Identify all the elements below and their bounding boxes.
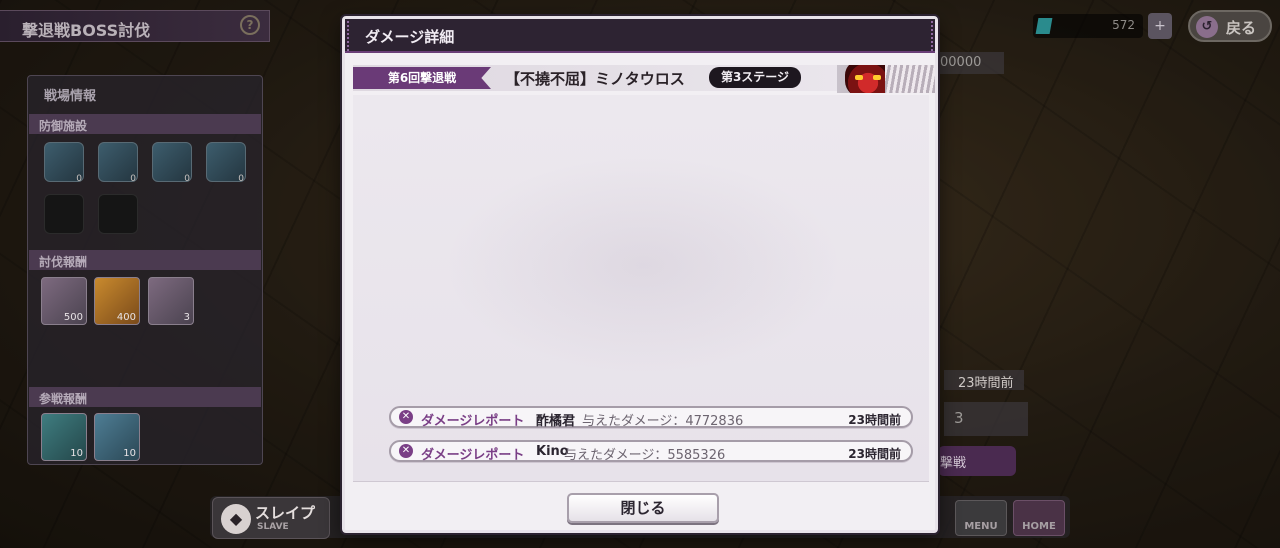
- reward-ticket-icon[interactable]: 3: [148, 277, 194, 325]
- report-time: 23時間前: [848, 447, 901, 461]
- score-fragment: 00000: [938, 52, 1004, 74]
- slot-count: 0: [76, 174, 82, 184]
- round-label: 第6回撃退戦: [353, 67, 491, 89]
- close-button[interactable]: 閉じる: [567, 493, 719, 523]
- slave-label: スレイプ: [255, 504, 316, 522]
- damage-report-row[interactable]: ✕ ダメージレポート 酢橘君 与えたダメージ：4772836 23時間前: [389, 406, 913, 429]
- panel-title: 戦場情報: [44, 89, 97, 104]
- subjugation-reward-header: 討伐報酬: [29, 250, 261, 270]
- report-x-icon: ✕: [399, 410, 413, 424]
- locked-slot-lock-icon: [98, 194, 138, 234]
- chain-decoration: [347, 21, 353, 51]
- slot-count: 0: [184, 174, 190, 184]
- time-fragment: 23時間前: [944, 370, 1024, 391]
- reward-count: 500: [63, 312, 83, 323]
- add-currency-button[interactable]: +: [1148, 13, 1172, 39]
- reward-gem-icon[interactable]: 10: [94, 413, 140, 461]
- battle-button-fragment: 撃戦: [938, 446, 1016, 476]
- back-button[interactable]: ↺ 戻る: [1188, 10, 1272, 42]
- boss-name: 【不撓不屈】ミノタウロス: [505, 70, 685, 88]
- damage-detail-dialog: ダメージ詳細 第6回撃退戦 【不撓不屈】ミノタウロス 第3ステージ ✕ ダメージ…: [342, 16, 938, 533]
- back-label: 戻る: [1226, 19, 1257, 37]
- slot-count: 0: [238, 174, 244, 184]
- damage-report-row[interactable]: ✕ ダメージレポート Kino 与えたダメージ：5585326 23時間前: [389, 440, 913, 463]
- slave-sublabel: SLAVE: [257, 522, 289, 532]
- participation-reward-header: 参戦報酬: [29, 387, 261, 407]
- slave-icon: ◆: [221, 504, 251, 534]
- currency-display: 572: [1033, 14, 1143, 38]
- report-x-icon: ✕: [399, 444, 413, 458]
- faded-boss-art: [443, 155, 843, 375]
- battlefield-info-panel: 戦場情報 防御施設 0 0 0 0 討伐報酬 500 400 3 参戦報酬 10…: [27, 75, 263, 465]
- report-label: ダメージレポート: [421, 414, 525, 429]
- reward-count: 3: [183, 312, 190, 323]
- chain-decoration: [927, 21, 933, 51]
- menu-button[interactable]: MENU: [955, 500, 1007, 536]
- report-damage: 与えたダメージ：5585326: [564, 448, 726, 463]
- report-time: 23時間前: [848, 413, 901, 427]
- defense-slot-shield[interactable]: 0: [98, 142, 138, 184]
- defense-header: 防御施設: [29, 114, 261, 134]
- defense-slot-hammer[interactable]: 0: [44, 142, 84, 184]
- boss-banner: 第6回撃退戦 【不撓不屈】ミノタウロス 第3ステージ: [353, 65, 935, 93]
- reward-orb-icon[interactable]: 400: [94, 277, 140, 325]
- boss-eye: [873, 75, 881, 80]
- dialog-title: ダメージ詳細: [365, 28, 455, 46]
- back-arrow-icon: ↺: [1196, 16, 1218, 38]
- stage-badge: 第3ステージ: [709, 67, 801, 88]
- reward-count: 10: [123, 448, 136, 459]
- report-list-area: ✕ ダメージレポート 酢橘君 与えたダメージ：4772836 23時間前 ✕ ダ…: [353, 95, 929, 481]
- boss-eye: [855, 75, 863, 80]
- report-label: ダメージレポート: [421, 448, 525, 463]
- report-player: 酢橘君: [536, 414, 576, 429]
- reward-crystal-icon[interactable]: 500: [41, 277, 87, 325]
- reward-rune-icon[interactable]: 10: [41, 413, 87, 461]
- slave-button[interactable]: ◆ スレイプ SLAVE: [212, 497, 330, 539]
- defense-slot-dice[interactable]: 0: [206, 142, 246, 184]
- screen-title: 撃退戦BOSS討伐: [0, 10, 270, 42]
- dialog-header: ダメージ詳細: [345, 19, 935, 53]
- reward-count: 10: [70, 448, 83, 459]
- help-icon[interactable]: ?: [240, 15, 260, 35]
- gem-icon: [1035, 18, 1053, 34]
- count-fragment: 3: [944, 402, 1028, 436]
- dialog-divider: [353, 481, 929, 482]
- reward-count: 400: [116, 312, 136, 323]
- defense-slot-horn[interactable]: 0: [152, 142, 192, 184]
- boss-portrait: [837, 65, 935, 93]
- home-button[interactable]: HOME: [1013, 500, 1065, 536]
- boss-hair: [885, 65, 935, 93]
- locked-slot-lock-icon: [44, 194, 84, 234]
- report-damage: 与えたダメージ：4772836: [582, 414, 744, 429]
- currency-value: 572: [1112, 18, 1135, 32]
- slot-count: 0: [130, 174, 136, 184]
